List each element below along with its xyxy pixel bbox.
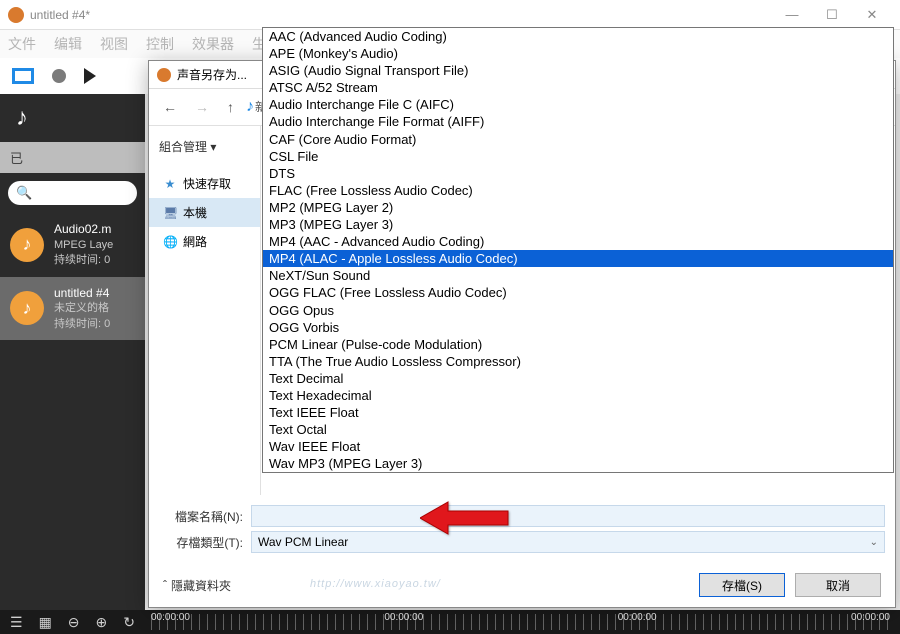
format-option[interactable]: AAC (Advanced Audio Coding): [263, 28, 893, 45]
menu-edit[interactable]: 编辑: [54, 34, 82, 54]
search-input[interactable]: 🔍: [8, 181, 137, 205]
save-button[interactable]: 存檔(S): [699, 573, 785, 597]
audio-thumb-icon: ♪: [10, 291, 44, 325]
organize-button[interactable]: 組合管理 ▾: [149, 134, 260, 159]
close-button[interactable]: ✕: [852, 1, 892, 29]
format-option[interactable]: Text IEEE Float: [263, 404, 893, 421]
cancel-button[interactable]: 取消: [795, 573, 881, 597]
format-option[interactable]: CAF (Core Audio Format): [263, 131, 893, 148]
dialog-app-icon: [157, 68, 171, 82]
back-button[interactable]: ←: [157, 97, 183, 117]
watermark: http://www.xiaoyao.tw/: [310, 578, 441, 590]
list-item[interactable]: ♪ untitled #4 未定义的格 持续时间: 0: [0, 277, 145, 341]
chevron-down-icon: ⌄: [870, 537, 878, 548]
network-icon: 🌐: [163, 235, 177, 249]
format-option[interactable]: MP4 (AAC - Advanced Audio Coding): [263, 233, 893, 250]
format-option[interactable]: Wav IEEE Float: [263, 438, 893, 455]
format-option[interactable]: NeXT/Sun Sound: [263, 267, 893, 284]
format-option[interactable]: DTS: [263, 165, 893, 182]
format-option[interactable]: Audio Interchange File C (AIFC): [263, 96, 893, 113]
format-option[interactable]: CSL File: [263, 148, 893, 165]
sidebar-item-quick-access[interactable]: ★ 快速存取: [149, 169, 260, 198]
forward-button[interactable]: →: [189, 97, 215, 117]
filetype-select[interactable]: Wav PCM Linear ⌄: [251, 531, 885, 553]
filename-input[interactable]: [251, 505, 885, 527]
format-option[interactable]: Audio Interchange File Format (AIFF): [263, 113, 893, 130]
app-titlebar: untitled #4* — ☐ ✕: [0, 0, 900, 30]
format-option[interactable]: MP4 (ALAC - Apple Lossless Audio Codec): [263, 250, 893, 267]
record-icon[interactable]: [52, 69, 66, 83]
list-item[interactable]: ♪ Audio02.m MPEG Laye 持续时间: 0: [0, 213, 145, 277]
pc-icon: 🖥: [163, 206, 177, 220]
sidebar-item-network[interactable]: 🌐 網路: [149, 227, 260, 256]
filetype-label: 存檔類型(T):: [159, 534, 251, 551]
format-option[interactable]: Wav PCM Linear: [263, 472, 893, 473]
breadcrumb-icon[interactable]: ♪: [246, 98, 254, 116]
filename-label: 檔案名稱(N):: [159, 508, 251, 525]
menu-file[interactable]: 文件: [8, 34, 36, 54]
refresh-icon[interactable]: ↻: [123, 614, 135, 631]
app-icon: [8, 7, 24, 23]
status-bar: ☰ ▦ ⊖ ⊕ ↻ 00:00:00 00:00:00 00:00:00 00:…: [0, 610, 900, 634]
list-icon[interactable]: ☰: [10, 614, 23, 631]
menu-control[interactable]: 控制: [146, 34, 174, 54]
music-note-icon: ♪: [16, 104, 28, 132]
format-option[interactable]: Wav MP3 (MPEG Layer 3): [263, 455, 893, 472]
file-panel: ♪ 已 🔍 ♪ Audio02.m MPEG Laye 持续时间: 0 ♪ un…: [0, 94, 145, 610]
format-option[interactable]: TTA (The True Audio Lossless Compressor): [263, 353, 893, 370]
chevron-up-icon: ˆ: [163, 578, 167, 592]
format-option[interactable]: ASIG (Audio Signal Transport File): [263, 62, 893, 79]
format-option[interactable]: Text Decimal: [263, 370, 893, 387]
star-icon: ★: [163, 177, 177, 191]
format-option[interactable]: OGG Vorbis: [263, 319, 893, 336]
format-option[interactable]: OGG Opus: [263, 302, 893, 319]
format-option[interactable]: ATSC A/52 Stream: [263, 79, 893, 96]
up-button[interactable]: ↑: [221, 97, 240, 117]
app-title: untitled #4*: [30, 8, 772, 22]
format-option[interactable]: FLAC (Free Lossless Audio Codec): [263, 182, 893, 199]
stop-icon[interactable]: [12, 68, 34, 84]
maximize-button[interactable]: ☐: [812, 1, 852, 29]
format-option[interactable]: PCM Linear (Pulse-code Modulation): [263, 336, 893, 353]
minimize-button[interactable]: —: [772, 1, 812, 29]
format-option[interactable]: Text Octal: [263, 421, 893, 438]
format-option[interactable]: Text Hexadecimal: [263, 387, 893, 404]
format-option[interactable]: APE (Monkey's Audio): [263, 45, 893, 62]
timeline-ruler[interactable]: 00:00:00 00:00:00 00:00:00 00:00:00: [151, 614, 890, 630]
format-option[interactable]: MP3 (MPEG Layer 3): [263, 216, 893, 233]
zoom-out-icon[interactable]: ⊖: [68, 614, 80, 631]
dialog-form: 檔案名稱(N): 存檔類型(T): Wav PCM Linear ⌄: [149, 495, 895, 563]
sidebar-item-this-pc[interactable]: 🖥 本機: [149, 198, 260, 227]
format-option[interactable]: MP2 (MPEG Layer 2): [263, 199, 893, 216]
filetype-dropdown-list[interactable]: AAC (Advanced Audio Coding)APE (Monkey's…: [262, 27, 894, 473]
menu-view[interactable]: 视图: [100, 34, 128, 54]
play-icon[interactable]: [84, 68, 96, 84]
menu-effects[interactable]: 效果器: [192, 34, 234, 54]
zoom-in-icon[interactable]: ⊕: [96, 614, 108, 631]
audio-thumb-icon: ♪: [10, 228, 44, 262]
dialog-sidebar: 組合管理 ▾ ★ 快速存取 🖥 本機 🌐 網路: [149, 126, 261, 495]
format-option[interactable]: OGG FLAC (Free Lossless Audio Codec): [263, 284, 893, 301]
panel-section-header: 已: [0, 142, 145, 173]
grid-icon[interactable]: ▦: [39, 614, 52, 631]
